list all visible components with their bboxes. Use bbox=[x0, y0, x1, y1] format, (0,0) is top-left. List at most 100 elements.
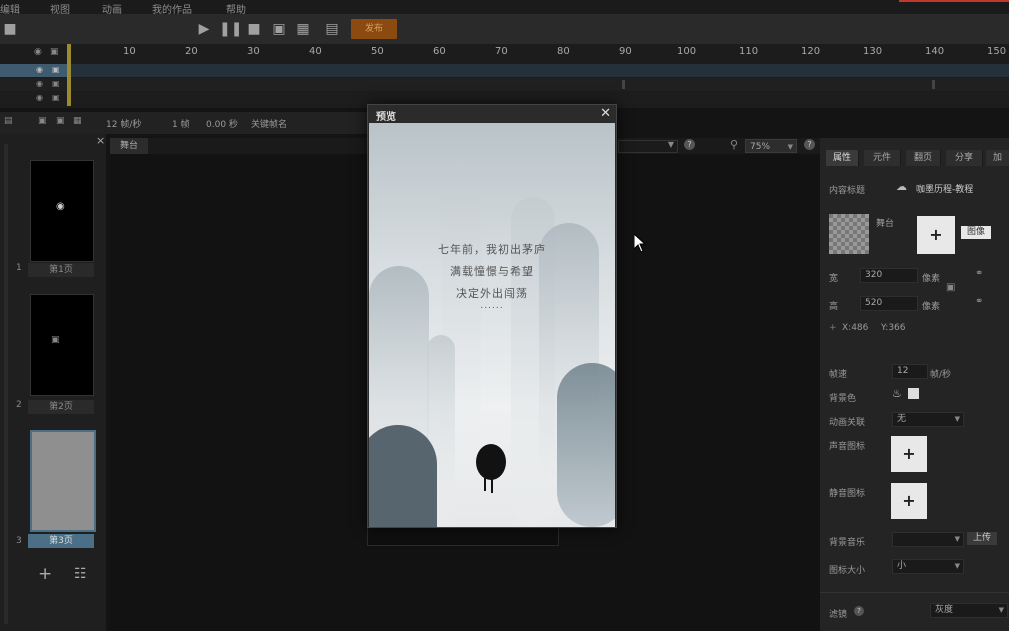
qrcode-icon[interactable]: ▦ bbox=[293, 19, 313, 39]
visibility-icon[interactable]: ◉ bbox=[36, 93, 43, 102]
lock-icon[interactable]: ▣ bbox=[52, 65, 60, 74]
chevron-down-icon: ▼ bbox=[998, 606, 1004, 614]
page-label[interactable]: 第2页 bbox=[28, 400, 94, 414]
page-number: 1 bbox=[16, 263, 22, 273]
anim-link-value: 无 bbox=[897, 414, 907, 424]
ruler-tick: 30 bbox=[247, 46, 260, 57]
fps-readout: 12 帧/秒 bbox=[106, 120, 142, 130]
add-mute-icon-button[interactable]: + bbox=[891, 483, 927, 519]
lock-icon[interactable]: ▣ bbox=[50, 47, 59, 57]
layer-header-selected[interactable]: ◉ ▣ bbox=[0, 64, 67, 77]
delete-page-icon[interactable]: ▦ bbox=[73, 116, 82, 126]
page-thumbnail[interactable]: ▣ bbox=[30, 294, 94, 396]
ruler-tick: 80 bbox=[557, 46, 570, 57]
timeline-ruler[interactable]: 10 20 30 40 50 60 70 80 90 100 110 120 1… bbox=[67, 44, 1009, 60]
time-readout: 0.00 秒 bbox=[206, 120, 238, 130]
close-panel-icon[interactable]: × bbox=[96, 134, 105, 147]
pillar-shape bbox=[557, 363, 615, 527]
add-page-icon[interactable]: + bbox=[38, 564, 52, 584]
add-image-button[interactable]: + bbox=[917, 216, 955, 254]
help-icon[interactable]: ? bbox=[804, 139, 815, 150]
bg-color-swatch[interactable] bbox=[908, 388, 919, 399]
page-label[interactable]: 第1页 bbox=[28, 263, 94, 277]
mute-icon-label: 静音图标 bbox=[829, 489, 866, 499]
save-icon[interactable]: ■ bbox=[0, 19, 20, 39]
page-thumbnail[interactable]: ◉ bbox=[30, 160, 94, 262]
ruler-tick: 130 bbox=[863, 46, 883, 57]
fps-label: 帧速 bbox=[829, 370, 848, 380]
stage-preview-swatch bbox=[829, 214, 869, 254]
tab-stage[interactable]: 舞台 bbox=[110, 138, 148, 154]
timeline-layer-row[interactable]: ◉ ▣ bbox=[0, 78, 1009, 91]
tab-share[interactable]: 分享 bbox=[946, 150, 983, 166]
anim-link-select[interactable]: 无 ▼ bbox=[892, 412, 964, 427]
preview-titlebar[interactable]: 预览 ✕ bbox=[368, 105, 616, 123]
preview-screen-icon[interactable]: ▣ bbox=[269, 19, 289, 39]
height-unit: 像素 bbox=[922, 302, 941, 312]
pause-icon[interactable]: ❚❚ bbox=[219, 19, 242, 39]
ruler-tick: 150 bbox=[987, 46, 1007, 57]
paste-page-icon[interactable]: ▣ bbox=[56, 116, 65, 126]
help-icon[interactable]: ? bbox=[854, 606, 864, 616]
page-list-icon[interactable]: ▤ bbox=[4, 116, 13, 126]
link-icon[interactable]: ⚭ bbox=[975, 268, 983, 279]
preview-text-line: 满载憧憬与希望 bbox=[450, 265, 534, 278]
image-button[interactable]: 图像 bbox=[961, 226, 991, 239]
ruler-tick: 140 bbox=[925, 46, 945, 57]
export-page-icon[interactable]: ☷ bbox=[74, 566, 87, 582]
visibility-icon[interactable]: ◉ bbox=[34, 47, 42, 57]
content-title-label: 内容标题 bbox=[829, 186, 866, 196]
copy-page-icon[interactable]: ▣ bbox=[38, 116, 47, 126]
toolbar: ■ ▶ ❚❚ ■ ▣ ▦ ▤ 发布 bbox=[0, 14, 1009, 44]
stop-icon[interactable]: ■ bbox=[244, 19, 264, 39]
paint-bucket-icon[interactable]: ♨ bbox=[892, 387, 902, 400]
panel-scrollbar[interactable] bbox=[4, 144, 8, 624]
page-number: 2 bbox=[16, 400, 22, 410]
mouse-cursor-icon bbox=[634, 234, 647, 253]
bg-music-select[interactable]: ▼ bbox=[892, 532, 964, 547]
timeline-playhead[interactable] bbox=[67, 44, 71, 106]
tab-properties[interactable]: 属性 bbox=[826, 150, 859, 166]
chevron-down-icon: ▼ bbox=[954, 415, 960, 423]
visibility-icon[interactable]: ◉ bbox=[36, 65, 43, 74]
icon-size-value: 小 bbox=[897, 561, 907, 571]
ruler-tick: 70 bbox=[495, 46, 508, 57]
upload-button[interactable]: 上传 bbox=[967, 532, 997, 545]
filter-value: 灰度 bbox=[935, 605, 954, 615]
zoom-select[interactable]: 75% ▼ bbox=[745, 139, 797, 153]
close-icon[interactable]: ✕ bbox=[600, 106, 611, 121]
keyframe-marker[interactable] bbox=[932, 80, 935, 89]
publish-button[interactable]: 发布 bbox=[351, 19, 397, 39]
play-icon[interactable]: ▶ bbox=[194, 19, 214, 39]
layer-select-dropdown[interactable]: ▼ bbox=[618, 140, 678, 153]
content-title-value[interactable]: 咖墨历程-教程 bbox=[916, 182, 973, 195]
page-label-selected[interactable]: 第3页 bbox=[28, 534, 94, 548]
y-readout: Y:366 bbox=[881, 323, 906, 333]
filter-select[interactable]: 灰度 ▼ bbox=[930, 603, 1008, 618]
tab-page-turn[interactable]: 翻页 bbox=[906, 150, 941, 166]
lock-icon[interactable]: ▣ bbox=[52, 93, 60, 102]
lock-ratio-icon[interactable]: ▣ bbox=[946, 282, 955, 293]
icon-size-select[interactable]: 小 ▼ bbox=[892, 559, 964, 574]
fps-input[interactable]: 12 bbox=[892, 364, 928, 379]
height-input[interactable]: 520 bbox=[860, 296, 918, 311]
help-icon[interactable]: ? bbox=[684, 139, 695, 150]
link-icon[interactable]: ⚭ bbox=[975, 296, 983, 307]
x-readout: X:486 bbox=[842, 323, 869, 333]
width-input[interactable]: 320 bbox=[860, 268, 918, 283]
keyframe-name-label: 关键帧名 bbox=[251, 120, 288, 130]
tab-components[interactable]: 元件 bbox=[864, 150, 901, 166]
chevron-down-icon: ▼ bbox=[954, 535, 960, 543]
timeline-layer-row[interactable]: ◉ ▣ bbox=[0, 64, 1009, 77]
sound-icon-label: 声音图标 bbox=[829, 442, 866, 452]
page-thumbnail-selected[interactable] bbox=[30, 430, 96, 532]
keyframe-marker[interactable] bbox=[622, 80, 625, 89]
tab-more[interactable]: 加 bbox=[986, 150, 1009, 166]
search-icon[interactable]: ⚲ bbox=[730, 138, 738, 151]
visibility-icon[interactable]: ◉ bbox=[36, 79, 43, 88]
lock-icon[interactable]: ▣ bbox=[52, 79, 60, 88]
code-icon[interactable]: ▤ bbox=[322, 19, 342, 39]
preview-text-line: 决定外出闯荡 bbox=[456, 287, 528, 300]
layer-controls-header: ◉ ▣ bbox=[0, 47, 67, 60]
add-sound-icon-button[interactable]: + bbox=[891, 436, 927, 472]
